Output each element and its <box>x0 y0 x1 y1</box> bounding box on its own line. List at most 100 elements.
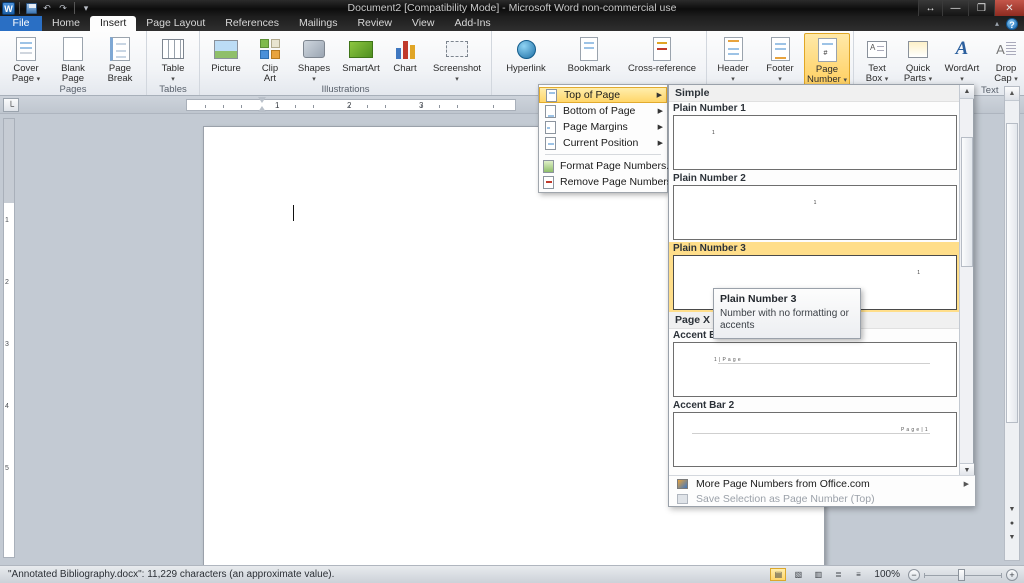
screenshot-button[interactable]: Screenshot ▾ <box>426 33 488 84</box>
word-logo-icon[interactable]: W <box>2 1 15 15</box>
gallery-item-accent-bar-1[interactable]: Accent Bar 1 1 | P a g e <box>669 329 961 399</box>
tab-page-layout[interactable]: Page Layout <box>136 16 215 31</box>
zoom-slider[interactable] <box>924 568 1002 581</box>
remove-numbers-icon <box>543 175 554 189</box>
tab-file[interactable]: File <box>0 16 42 31</box>
tab-mailings[interactable]: Mailings <box>289 16 348 31</box>
page-number-button[interactable]: # Page Number ▾ <box>804 33 850 86</box>
gallery-scrollbar-thumb[interactable] <box>961 137 973 267</box>
quick-access-toolbar: W ↶ ↷ ▾ <box>0 0 93 16</box>
header-button[interactable]: Header ▾ <box>710 33 756 84</box>
tab-review[interactable]: Review <box>347 16 401 31</box>
full-screen-reading-view-button[interactable]: ▧ <box>790 568 806 581</box>
save-icon[interactable] <box>24 1 38 15</box>
cross-reference-button[interactable]: Cross-reference <box>621 33 703 74</box>
gallery-scroll-up-icon[interactable]: ▲ <box>960 85 974 99</box>
help-icon[interactable]: ? <box>1006 18 1018 30</box>
vruler-mark-5: 5 <box>5 465 9 472</box>
scrollbar-thumb[interactable] <box>1006 123 1018 423</box>
status-bar: "Annotated Bibliography.docx": 11,229 ch… <box>0 565 1024 583</box>
tab-home[interactable]: Home <box>42 16 90 31</box>
wordart-button[interactable]: A WordArt ▾ <box>939 33 985 84</box>
quick-parts-button[interactable]: Quick Parts ▾ <box>898 33 938 84</box>
next-page-icon[interactable]: ▼ <box>1006 531 1018 544</box>
vertical-ruler[interactable]: 1 2 3 4 5 <box>3 118 15 558</box>
gallery-footer: More Page Numbers from Office.com ▶ Save… <box>669 475 975 506</box>
menu-item-top-of-page[interactable]: Top of Page ▶ <box>539 87 667 103</box>
picture-icon <box>214 35 238 63</box>
tab-add-ins[interactable]: Add-Ins <box>444 16 500 31</box>
page-break-icon <box>110 35 130 63</box>
bookmark-button[interactable]: Bookmark <box>558 33 620 74</box>
restore-button[interactable]: ❐ <box>968 0 994 16</box>
smartart-button[interactable]: SmartArt <box>338 33 384 74</box>
page-break-button[interactable]: Page Break <box>97 33 143 84</box>
smartart-icon <box>349 35 373 63</box>
header-icon <box>723 35 743 63</box>
select-browse-object-icon[interactable]: ● <box>1006 517 1018 530</box>
hyperlink-button[interactable]: Hyperlink <box>495 33 557 74</box>
drop-cap-button[interactable]: A Drop Cap ▾ <box>986 33 1024 84</box>
drop-cap-icon: A <box>996 35 1016 63</box>
tab-stop-selector[interactable]: └ <box>3 98 19 112</box>
cover-page-button[interactable]: Cover Page ▾ <box>3 33 49 84</box>
preview-number: 1 <box>712 130 715 136</box>
text-cursor <box>293 205 294 221</box>
close-button[interactable]: ✕ <box>994 0 1024 16</box>
clip-art-button[interactable]: Clip Art <box>250 33 290 84</box>
scroll-up-icon[interactable]: ▲ <box>1005 87 1019 101</box>
text-box-button[interactable]: A Text Box ▾ <box>857 33 897 84</box>
gallery-item-tooltip: Plain Number 3 Number with no formatting… <box>713 288 861 339</box>
gallery-item-plain-number-2[interactable]: Plain Number 2 1 <box>669 172 961 242</box>
ribbon-tab-bar: File Home Insert Page Layout References … <box>0 16 1024 31</box>
zoom-slider-thumb[interactable] <box>958 568 965 581</box>
redo-icon[interactable]: ↷ <box>56 1 70 15</box>
previous-page-icon[interactable]: ▼ <box>1006 503 1018 516</box>
table-button[interactable]: Table ▾ <box>150 33 196 84</box>
left-indent-marker[interactable] <box>258 106 266 112</box>
collapse-ribbon-icon[interactable]: ▴ <box>992 19 1002 29</box>
gallery-scrollbar[interactable]: ▲ ▼ <box>959 85 974 477</box>
chart-button[interactable]: Chart <box>385 33 425 74</box>
gallery-item-accent-bar-2[interactable]: Accent Bar 2 P a g e | 1 <box>669 399 961 469</box>
page-bottom-icon <box>543 104 557 118</box>
vertical-ruler-top-margin <box>4 119 14 203</box>
menu-item-remove-page-numbers[interactable]: Remove Page Numbers <box>539 174 672 190</box>
picture-button[interactable]: Picture <box>203 33 249 74</box>
tab-view[interactable]: View <box>402 16 445 31</box>
cover-page-icon <box>16 35 36 63</box>
outline-view-button[interactable]: ≣ <box>830 568 846 581</box>
ribbon-group-tables: Table ▾ Tables <box>147 31 200 95</box>
first-line-indent-marker[interactable] <box>258 97 266 103</box>
undo-icon[interactable]: ↶ <box>40 1 54 15</box>
submenu-arrow-icon: ▶ <box>657 108 663 115</box>
gallery-item-plain-number-1[interactable]: Plain Number 1 1 <box>669 102 961 172</box>
document-scrollbar[interactable]: ▲ ▼ ● ▼ <box>1004 86 1020 561</box>
blank-page-button[interactable]: Blank Page <box>50 33 96 84</box>
menu-item-current-position[interactable]: Current Position ▶ <box>539 135 667 151</box>
menu-item-format-page-numbers[interactable]: Format Page Numbers... <box>539 158 675 174</box>
ribbon-display-options-icon[interactable]: ↔ <box>918 0 942 16</box>
ruler-mark-1: 1 <box>275 101 280 110</box>
page-number-dropdown-menu: Top of Page ▶ Bottom of Page ▶ Page Marg… <box>538 84 675 193</box>
more-page-numbers-from-office-item[interactable]: More Page Numbers from Office.com ▶ <box>669 476 975 491</box>
shapes-button[interactable]: Shapes ▾ <box>291 33 337 84</box>
print-layout-view-button[interactable]: ▤ <box>770 568 787 581</box>
web-layout-view-button[interactable]: ▥ <box>810 568 826 581</box>
tab-references[interactable]: References <box>215 16 289 31</box>
draft-view-button[interactable]: ≡ <box>850 568 866 581</box>
footer-icon <box>770 35 790 63</box>
status-bar-right: ▤ ▧ ▥ ≣ ≡ 100% − + <box>770 568 1024 581</box>
zoom-out-button[interactable]: − <box>908 568 920 581</box>
menu-item-page-margins[interactable]: Page Margins ▶ <box>539 119 667 135</box>
blank-page-icon <box>63 35 83 63</box>
footer-button[interactable]: Footer ▾ <box>757 33 803 84</box>
tab-insert[interactable]: Insert <box>90 16 137 31</box>
vruler-mark-3: 3 <box>5 341 9 348</box>
zoom-in-button[interactable]: + <box>1006 568 1018 581</box>
zoom-level-label[interactable]: 100% <box>870 569 904 580</box>
minimize-button[interactable]: — <box>942 0 968 16</box>
menu-item-bottom-of-page[interactable]: Bottom of Page ▶ <box>539 103 667 119</box>
chevron-down-icon[interactable]: ▾ <box>79 1 93 15</box>
page-number-icon: # <box>817 36 837 64</box>
